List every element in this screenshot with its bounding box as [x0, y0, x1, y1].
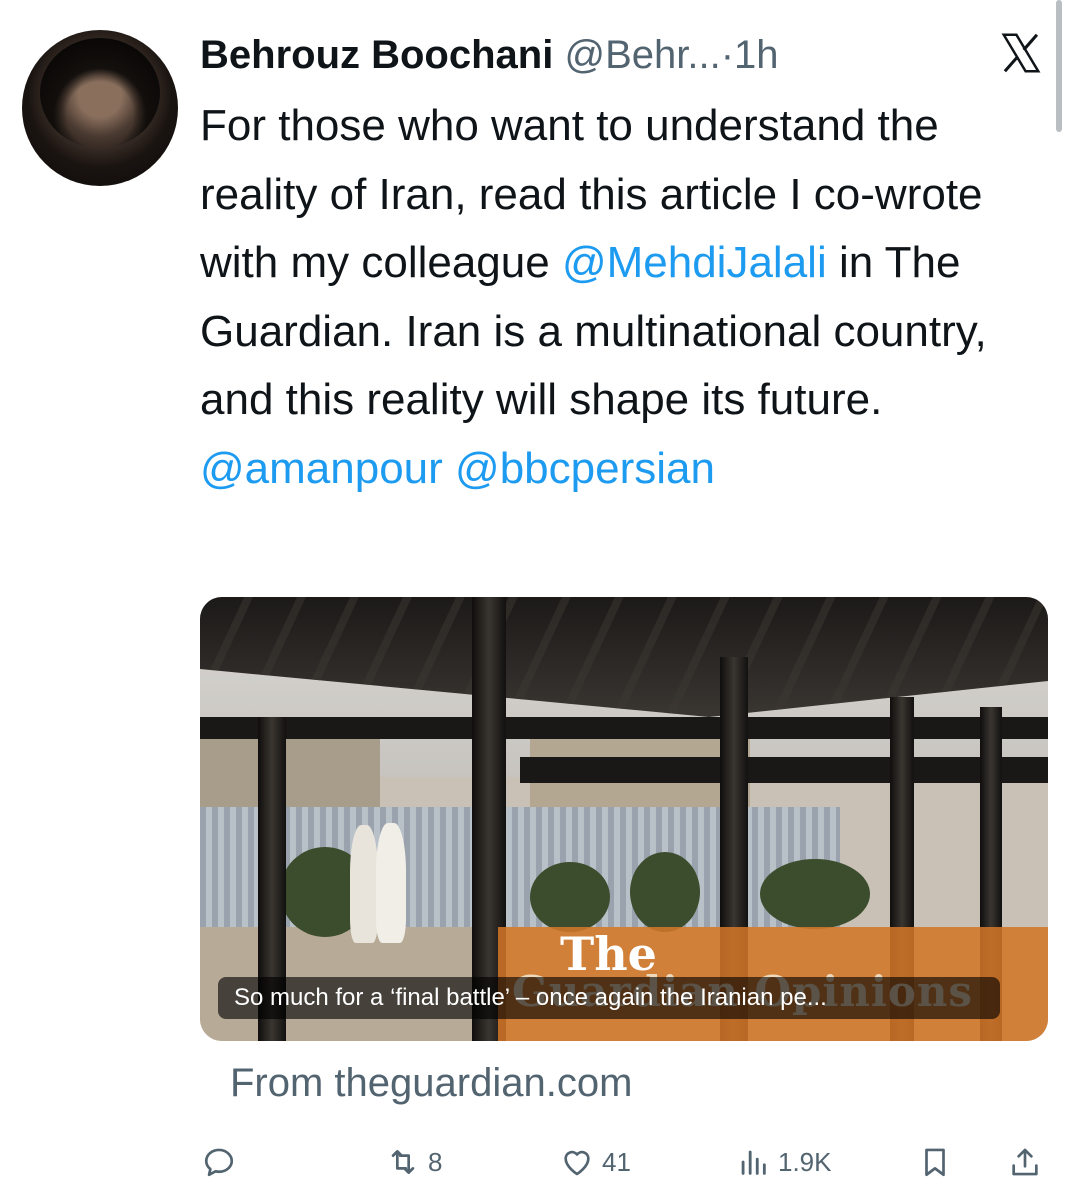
card-headline[interactable]: So much for a ‘final battle’ – once agai… [218, 977, 1000, 1019]
card-photo-person [350, 825, 378, 943]
x-logo-icon [1001, 33, 1041, 73]
mention-bbcpersian[interactable]: @bbcpersian [455, 444, 715, 493]
mention-mehdijalali[interactable]: @MehdiJalali [562, 238, 827, 287]
link-preview-card[interactable]: The Guardian Opinions So much for a ‘fin… [200, 597, 1048, 1041]
author-name[interactable]: Behrouz Boochani [200, 33, 553, 77]
reply-button[interactable] [202, 1132, 244, 1192]
share-button[interactable] [1008, 1132, 1042, 1192]
card-photo-bush [530, 862, 610, 932]
heart-icon [564, 1150, 590, 1176]
like-count: 41 [602, 1146, 631, 1177]
views-count: 1.9K [778, 1146, 832, 1177]
bookmark-button[interactable] [918, 1132, 952, 1192]
reply-icon [204, 1148, 234, 1177]
card-photo-beam [520, 757, 1048, 783]
bookmark-icon [925, 1148, 945, 1177]
tweet-actions: 8 41 1.9K [0, 1132, 1070, 1192]
avatar-image [40, 38, 160, 148]
retweet-count: 8 [428, 1146, 443, 1177]
author-avatar[interactable] [22, 30, 178, 186]
card-photo-bush [630, 852, 700, 932]
author-handle[interactable]: @Behr... [564, 33, 720, 77]
scrollbar[interactable] [1056, 0, 1062, 132]
header-separator: · [720, 33, 735, 77]
share-icon [1012, 1148, 1038, 1176]
tweet-body: For those who want to understand the rea… [200, 92, 1050, 503]
card-source[interactable]: From theguardian.com [230, 1056, 632, 1110]
tweet-header: Behrouz Boochani @Behr...·1h [200, 28, 779, 82]
views-button[interactable]: 1.9K [736, 1132, 832, 1192]
card-photo-person [376, 823, 406, 943]
card-photo-bush [760, 859, 870, 929]
card-photo-beam [200, 717, 1048, 739]
views-icon [741, 1150, 766, 1175]
like-button[interactable]: 41 [560, 1132, 631, 1192]
mention-amanpour[interactable]: @amanpour [200, 444, 443, 493]
retweet-icon [391, 1150, 415, 1174]
retweet-button[interactable]: 8 [386, 1132, 442, 1192]
post-time[interactable]: 1h [734, 33, 779, 77]
